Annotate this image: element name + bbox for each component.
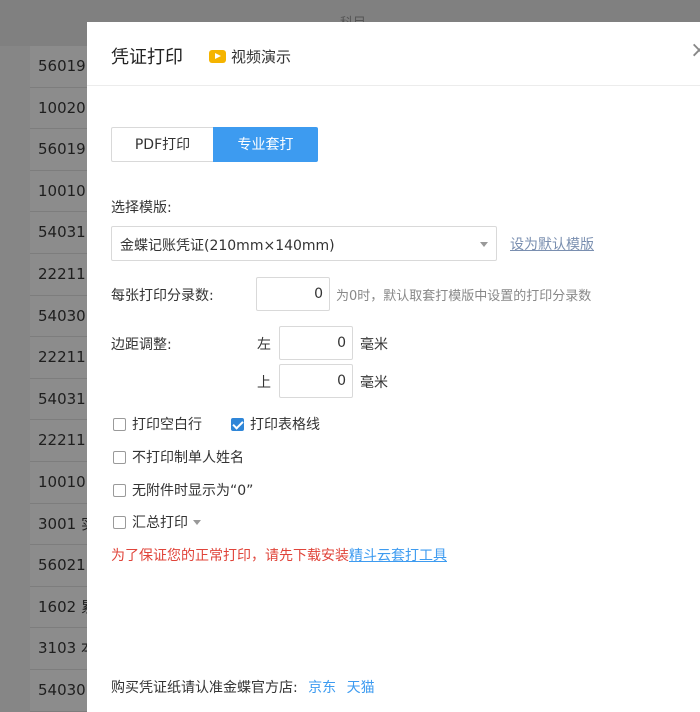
hide-maker-name-label: 不打印制单人姓名	[132, 450, 244, 466]
video-demo-link[interactable]: 视频演示	[209, 46, 291, 67]
summary-print-checkbox[interactable]	[113, 515, 126, 529]
chevron-down-icon	[480, 242, 488, 247]
tab-pdf-print[interactable]: PDF打印	[111, 127, 213, 162]
account-code-cell: 10020	[38, 98, 86, 117]
account-code-cell: 10010	[38, 181, 86, 200]
video-play-icon	[209, 50, 226, 63]
row-selector-column	[0, 46, 31, 712]
zero-attachment-option[interactable]: 无附件时显示为“0”	[113, 480, 253, 500]
account-code-cell: 56019	[38, 140, 86, 159]
margin-left-input[interactable]: 0	[279, 326, 353, 360]
zero-attachment-checkbox[interactable]	[113, 483, 126, 497]
account-code-cell: 22211	[38, 431, 86, 450]
zero-attachment-label: 无附件时显示为“0”	[132, 483, 254, 499]
dialog-footer: 购买凭证纸请认准金蝶官方店: 京东 天猫	[111, 677, 375, 697]
install-warning: 为了保证您的正常打印，请先下载安装精斗云套打工具	[111, 545, 447, 565]
account-code-cell: 56019	[38, 57, 86, 75]
print-blank-rows-option[interactable]: 打印空白行	[113, 414, 202, 434]
account-code-cell: 54030	[38, 306, 86, 325]
install-warning-text: 为了保证您的正常打印，请先下载安装	[111, 548, 349, 564]
print-table-lines-checkbox[interactable]	[231, 417, 244, 431]
buy-paper-text: 购买凭证纸请认准金蝶官方店:	[111, 680, 298, 696]
summary-print-label: 汇总打印	[132, 515, 188, 531]
dialog-header: 凭证打印 视频演示 ×	[87, 22, 700, 86]
dialog-title: 凭证打印	[111, 47, 183, 68]
margin-label: 边距调整:	[111, 337, 172, 353]
print-blank-rows-label: 打印空白行	[132, 417, 202, 433]
account-code-cell: 54031	[38, 389, 86, 408]
account-code-cell: 10010	[38, 472, 86, 491]
print-table-lines-label: 打印表格线	[250, 417, 320, 433]
video-demo-label: 视频演示	[231, 48, 292, 66]
download-tool-link[interactable]: 精斗云套打工具	[349, 548, 447, 564]
close-icon[interactable]: ×	[690, 38, 700, 63]
tmall-store-link[interactable]: 天猫	[347, 680, 375, 696]
set-default-template-link[interactable]: 设为默认模版	[510, 234, 594, 254]
caret-down-icon[interactable]	[193, 519, 201, 525]
margin-top-input[interactable]: 0	[279, 364, 353, 398]
template-label: 选择模版:	[111, 200, 172, 216]
account-code-cell: 22211	[38, 348, 86, 367]
margin-left-label: 左	[257, 337, 271, 353]
account-code-cell: 54030	[38, 680, 86, 699]
hide-maker-name-checkbox[interactable]	[113, 450, 126, 464]
margin-left-unit: 毫米	[360, 337, 388, 353]
tab-professional-print[interactable]: 专业套打	[213, 127, 318, 162]
print-blank-rows-checkbox[interactable]	[113, 417, 126, 431]
template-select-value: 金蝶记账凭证(210mm×140mm)	[120, 238, 335, 254]
template-select[interactable]: 金蝶记账凭证(210mm×140mm)	[111, 226, 497, 261]
print-table-lines-option[interactable]: 打印表格线	[231, 414, 320, 434]
hide-maker-name-option[interactable]: 不打印制单人姓名	[113, 447, 244, 467]
voucher-print-dialog: 凭证打印 视频演示 × PDF打印 专业套打 选择模版: 金蝶记账凭证(210m…	[87, 22, 700, 712]
account-code-cell: 56021	[38, 556, 86, 575]
margin-top-label: 上	[257, 375, 271, 391]
entries-hint: 为0时，默认取套打模版中设置的打印分录数	[336, 289, 592, 304]
entries-per-page-label: 每张打印分录数:	[111, 288, 214, 304]
summary-print-option[interactable]: 汇总打印	[113, 512, 201, 532]
print-mode-tabs: PDF打印 专业套打	[111, 127, 318, 162]
account-code-cell: 22211	[38, 264, 86, 283]
account-code-cell: 54031	[38, 223, 86, 242]
margin-top-unit: 毫米	[360, 375, 388, 391]
jd-store-link[interactable]: 京东	[308, 680, 336, 696]
entries-per-page-input[interactable]: 0	[256, 277, 330, 311]
